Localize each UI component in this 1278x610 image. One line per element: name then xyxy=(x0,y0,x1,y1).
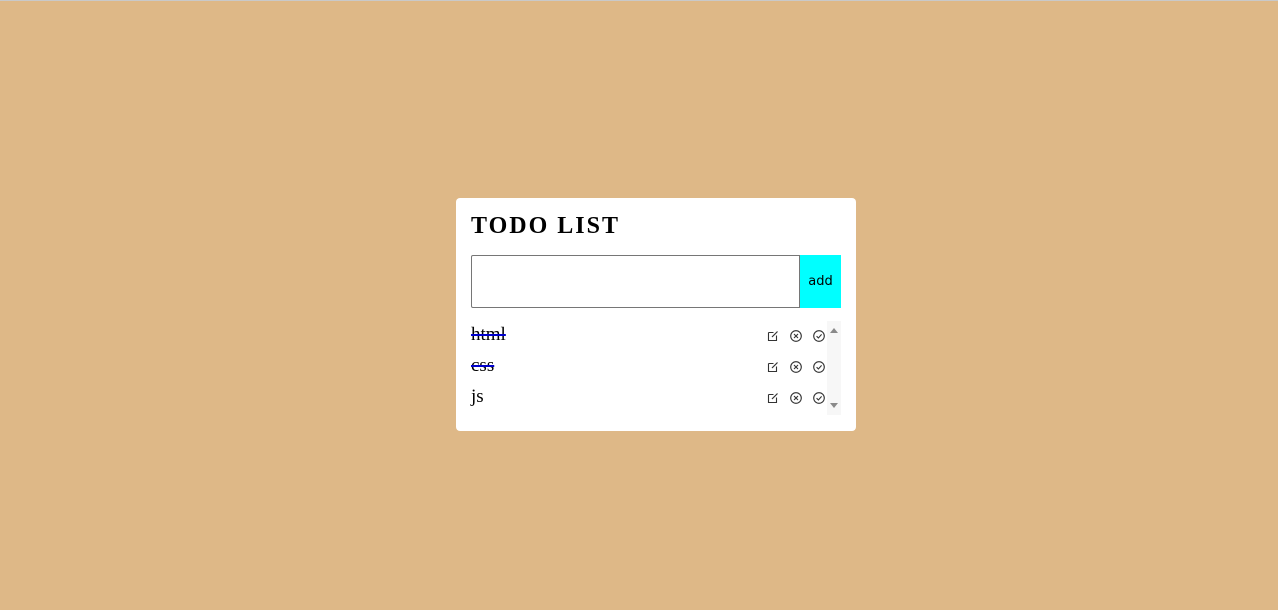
edit-icon[interactable] xyxy=(766,391,780,405)
todo-item-actions xyxy=(766,391,826,405)
todo-card: TODO LIST add html css js xyxy=(456,198,856,431)
complete-icon[interactable] xyxy=(812,329,826,343)
add-button[interactable]: add xyxy=(800,255,841,308)
delete-icon[interactable] xyxy=(789,360,803,374)
task-input[interactable] xyxy=(471,255,800,308)
delete-icon[interactable] xyxy=(789,329,803,343)
scroll-down-arrow-icon[interactable] xyxy=(830,403,838,408)
todo-item-actions xyxy=(766,329,826,343)
edit-icon[interactable] xyxy=(766,360,780,374)
todo-item: js xyxy=(471,383,826,414)
delete-icon[interactable] xyxy=(789,391,803,405)
todo-item-text: js xyxy=(471,386,484,407)
list-scrollbar[interactable] xyxy=(827,321,841,415)
edit-icon[interactable] xyxy=(766,329,780,343)
todo-item: css xyxy=(471,352,826,383)
todo-item-text: html xyxy=(471,324,506,345)
todo-item-text: css xyxy=(471,355,495,376)
todo-item-actions xyxy=(766,360,826,374)
scroll-up-arrow-icon[interactable] xyxy=(830,328,838,333)
complete-icon[interactable] xyxy=(812,391,826,405)
complete-icon[interactable] xyxy=(812,360,826,374)
todo-item: html xyxy=(471,321,826,352)
page-title: TODO LIST xyxy=(471,213,620,239)
todo-list: html css js xyxy=(471,321,841,415)
